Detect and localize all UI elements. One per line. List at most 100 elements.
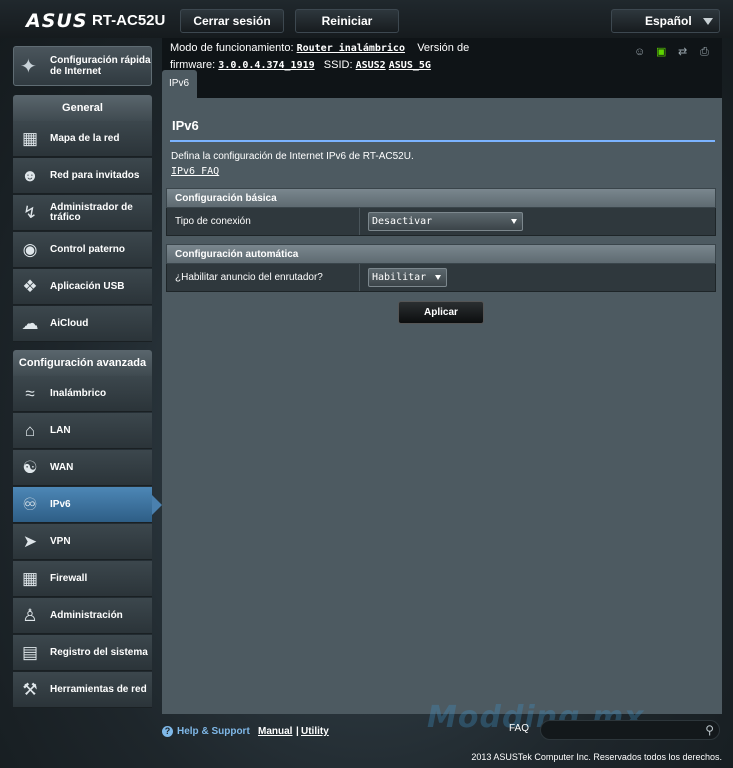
- firmware-label-1: Versión de: [417, 42, 470, 54]
- sidebar-item-label: Administración: [50, 610, 123, 621]
- quick-internet-setup-button[interactable]: ✦ Configuración rápida de Internet: [13, 46, 152, 86]
- question-icon: ?: [162, 726, 173, 737]
- network-map-icon: ▦: [21, 129, 39, 148]
- help-support-label: Help & Support: [177, 726, 250, 737]
- chevron-down-icon: [703, 18, 713, 25]
- page-description: Defina la configuración de Internet IPv6…: [171, 151, 414, 162]
- sidebar-item-network-map[interactable]: ▦ Mapa de la red: [13, 121, 152, 157]
- lan-icon: ⌂: [24, 421, 36, 440]
- ssid-2-link[interactable]: ASUS_5G: [389, 60, 431, 71]
- chevron-down-icon: [511, 219, 517, 224]
- sidebar-item-vpn[interactable]: ➤ VPN: [13, 524, 152, 560]
- language-value: Español: [645, 14, 692, 28]
- system-log-icon: ▤: [21, 643, 39, 662]
- sidebar-item-aicloud[interactable]: ☁ AiCloud: [13, 306, 152, 342]
- connection-type-select[interactable]: Desactivar: [368, 212, 523, 231]
- sidebar-item-label: Herramientas de red: [50, 684, 147, 695]
- printer-icon[interactable]: ⎙: [700, 46, 714, 58]
- sidebar-item-label: Inalámbrico: [50, 388, 107, 399]
- wand-icon: ✦: [20, 56, 37, 78]
- sidebar-item-traffic-manager[interactable]: ↯ Administrador de tráfico: [13, 195, 152, 231]
- usb-app-icon: ❖: [22, 277, 38, 296]
- mode-value-link[interactable]: Router inalámbrico: [297, 43, 405, 54]
- faq-search-input[interactable]: ⚲: [540, 720, 720, 740]
- page-title: IPv6: [172, 118, 199, 133]
- tab-ipv6[interactable]: IPv6: [162, 70, 197, 98]
- footer: Modding mx ? Help & Support Manual | Util…: [162, 700, 732, 768]
- router-advertisement-label: ¿Habilitar anuncio del enrutador?: [175, 272, 323, 283]
- sidebar-item-label: Administrador de tráfico: [50, 202, 133, 223]
- status-info: Modo de funcionamiento: Router inalámbri…: [170, 40, 470, 74]
- asus-logo[interactable]: ASUS: [26, 10, 88, 32]
- router-advertisement-select[interactable]: Habilitar: [368, 268, 447, 287]
- sidebar-item-guest-network[interactable]: ☻ Red para invitados: [13, 158, 152, 194]
- sidebar-item-label: WAN: [50, 462, 74, 473]
- ssid-label: SSID:: [323, 59, 353, 71]
- sidebar-item-label: Control paterno: [50, 244, 125, 255]
- users-icon[interactable]: ☺: [634, 46, 648, 58]
- general-menu: ▦ Mapa de la red ☻ Red para invitados ↯ …: [13, 121, 152, 343]
- wan-icon: ☯: [22, 458, 38, 477]
- router-model: RT-AC52U: [92, 12, 166, 29]
- administration-icon: ♙: [22, 606, 38, 625]
- sidebar-item-parental-control[interactable]: ◉ Control paterno: [13, 232, 152, 268]
- language-select[interactable]: Español: [611, 9, 720, 33]
- ipv6-faq-link[interactable]: IPv6 FAQ: [171, 166, 219, 177]
- auto-config-table: Configuración automática ¿Habilitar anun…: [166, 244, 716, 292]
- advanced-menu: ≈ Inalámbrico ⌂ LAN ☯ WAN ♾ IPv6 ➤ VPN ▦…: [13, 376, 162, 709]
- utility-link[interactable]: Utility: [301, 726, 329, 737]
- sidebar-item-wireless[interactable]: ≈ Inalámbrico: [13, 376, 152, 412]
- sidebar-item-system-log[interactable]: ▤ Registro del sistema: [13, 635, 152, 671]
- vpn-icon: ➤: [22, 532, 38, 551]
- sidebar-item-label: IPv6: [50, 499, 71, 510]
- copyright: 2013 ASUSTek Computer Inc. Reservados to…: [471, 752, 722, 762]
- faq-label: FAQ: [509, 723, 530, 734]
- status-icons: ☺ ▣ ⇄ ⎙: [634, 46, 714, 58]
- mode-label: Modo de funcionamiento:: [170, 42, 294, 54]
- manual-link[interactable]: Manual: [258, 726, 292, 737]
- general-section-header: General: [13, 95, 152, 121]
- sidebar-item-label: Firewall: [50, 573, 88, 584]
- wireless-icon: ≈: [25, 384, 35, 403]
- sidebar-item-label: LAN: [50, 425, 71, 436]
- sidebar-item-network-tools[interactable]: ⚒ Herramientas de red: [13, 672, 152, 708]
- sidebar-item-ipv6[interactable]: ♾ IPv6: [13, 487, 162, 523]
- firmware-version-link[interactable]: 3.0.0.4.374_1919: [218, 60, 314, 71]
- basic-config-header: Configuración básica: [166, 188, 716, 208]
- help-support-link[interactable]: ? Help & Support: [162, 726, 250, 737]
- network-icon[interactable]: ▣: [656, 46, 670, 58]
- auto-config-header: Configuración automática: [166, 244, 716, 264]
- sidebar-item-usb-application[interactable]: ❖ Aplicación USB: [13, 269, 152, 305]
- ssid-1-link[interactable]: ASUS2: [356, 60, 386, 71]
- connection-type-label: Tipo de conexión: [175, 216, 251, 227]
- sidebar-item-lan[interactable]: ⌂ LAN: [13, 413, 152, 449]
- title-divider: [170, 140, 715, 142]
- reboot-button[interactable]: Reiniciar: [295, 9, 399, 33]
- sidebar-item-wan[interactable]: ☯ WAN: [13, 450, 152, 486]
- sidebar-item-firewall[interactable]: ▦ Firewall: [13, 561, 152, 597]
- table-row: ¿Habilitar anuncio del enrutador? Habili…: [166, 264, 716, 292]
- sidebar-item-label: Red para invitados: [50, 170, 140, 181]
- router-advertisement-value: Habilitar: [372, 272, 427, 283]
- apply-button[interactable]: Aplicar: [398, 301, 484, 324]
- advanced-section-header: Configuración avanzada: [13, 350, 152, 376]
- traffic-manager-icon: ↯: [22, 203, 38, 222]
- logout-button[interactable]: Cerrar sesión: [180, 9, 284, 33]
- link-separator: |: [296, 726, 299, 737]
- sidebar-item-label: Mapa de la red: [50, 133, 120, 144]
- basic-config-table: Configuración básica Tipo de conexión De…: [166, 188, 716, 236]
- network-tools-icon: ⚒: [22, 680, 38, 699]
- top-bar: ASUS RT-AC52U Cerrar sesión Reiniciar Es…: [0, 0, 733, 38]
- usb-icon[interactable]: ⇄: [678, 46, 692, 58]
- column-divider: [359, 264, 360, 291]
- firewall-icon: ▦: [21, 569, 39, 588]
- sidebar-item-administration[interactable]: ♙ Administración: [13, 598, 152, 634]
- main-panel: IPv6 Defina la configuración de Internet…: [162, 98, 722, 714]
- ipv6-icon: ♾: [22, 495, 38, 514]
- guest-network-icon: ☻: [21, 166, 39, 185]
- sidebar-item-label: Registro del sistema: [50, 647, 148, 658]
- connection-type-value: Desactivar: [372, 216, 433, 227]
- aicloud-icon: ☁: [21, 314, 39, 333]
- column-divider: [359, 208, 360, 235]
- search-icon[interactable]: ⚲: [705, 723, 714, 737]
